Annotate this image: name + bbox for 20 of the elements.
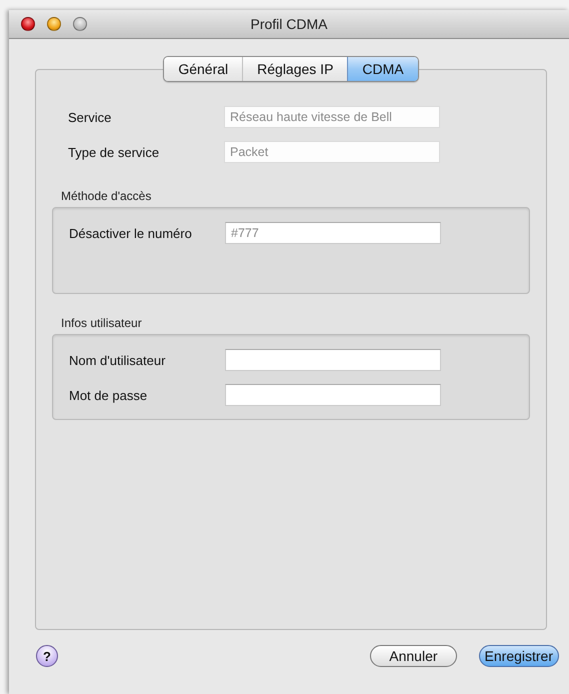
save-button[interactable]: Enregistrer (478, 645, 559, 667)
tab[interactable]: CDMA (347, 57, 418, 81)
zoom-button[interactable] (73, 17, 87, 31)
text-field[interactable] (225, 349, 441, 371)
tab[interactable]: Réglages IP (242, 57, 348, 81)
help-button[interactable]: ? (36, 645, 58, 667)
field-label: Nom d'utilisateur (69, 352, 166, 368)
group-title: Infos utilisateur (61, 316, 143, 330)
group-title: Méthode d'accès (61, 189, 152, 203)
field-label: Service (68, 110, 112, 124)
close-button[interactable] (21, 17, 35, 31)
cancel-button[interactable]: Annuler (370, 645, 457, 667)
tab[interactable]: Général (164, 57, 242, 81)
window-title: Profil CDMA (250, 16, 328, 32)
text-field[interactable] (225, 384, 441, 406)
minimize-button[interactable] (47, 17, 61, 31)
text-field[interactable]: #777 (225, 222, 441, 244)
field-label: Type de service (68, 144, 160, 160)
field-label: Mot de passe (69, 388, 148, 402)
field-label: Désactiver le numéro (69, 226, 193, 240)
